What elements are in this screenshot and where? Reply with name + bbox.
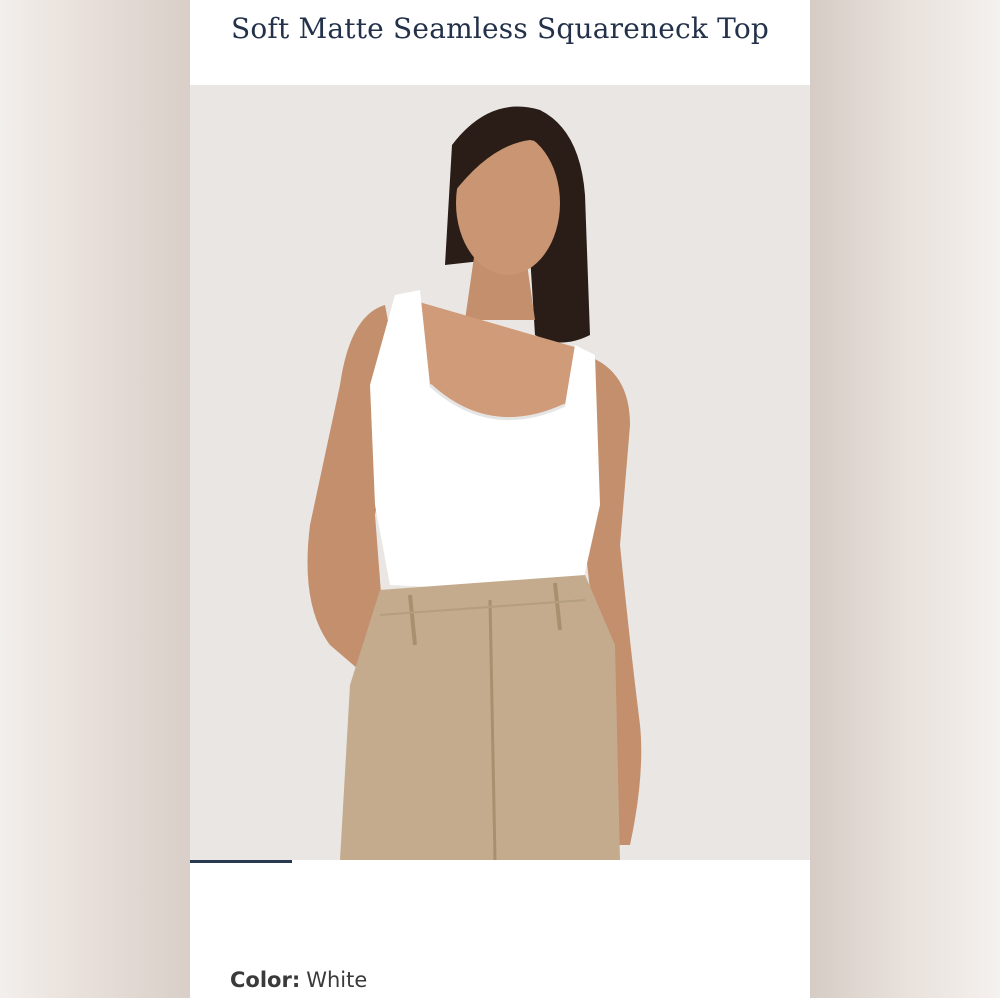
trousers-shape — [340, 575, 620, 860]
carousel-progress-bar — [190, 860, 293, 863]
product-image[interactable] — [190, 85, 810, 860]
product-title: Soft Matte Seamless Squareneck Top — [230, 12, 770, 45]
color-value: White — [306, 968, 368, 992]
blurred-backdrop-right — [810, 0, 1000, 998]
blurred-backdrop-left — [0, 0, 190, 998]
product-panel: Soft Matte Seamless Squareneck Top Color… — [190, 0, 810, 998]
carousel-progress-track — [190, 860, 810, 864]
color-selection: Color: White — [230, 968, 367, 992]
color-label: Color: — [230, 968, 301, 992]
model-illustration — [190, 85, 810, 860]
